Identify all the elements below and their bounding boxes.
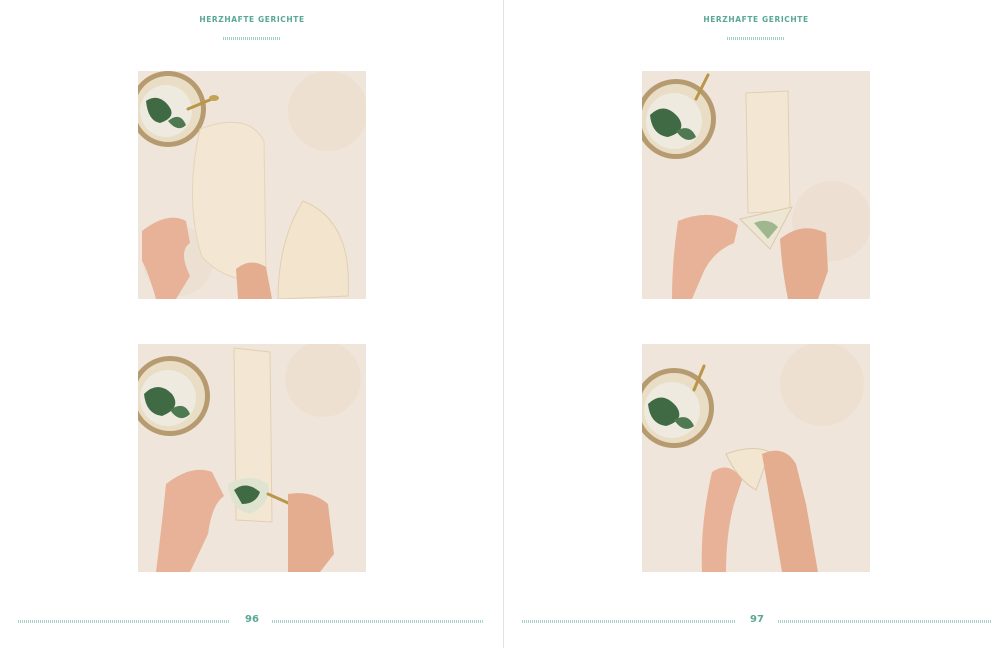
- footer-rule-left: [522, 620, 736, 623]
- triangle-folding-start-photo: [642, 71, 870, 299]
- page-number: 96: [245, 614, 259, 625]
- head-rule: [727, 37, 785, 40]
- head-rule: [223, 37, 281, 40]
- footer-rule-left: [18, 620, 230, 623]
- filling-spooned-on-strip-photo: [138, 344, 366, 572]
- right-page: HERZHAFTE GERICHTE 97: [504, 0, 1008, 648]
- running-head: HERZHAFTE GERICHTE: [199, 15, 305, 24]
- left-page: HERZHAFTE GERICHTE 96: [0, 0, 504, 648]
- book-spread: HERZHAFTE GERICHTE 96 HERZHAFTE GERICHTE…: [0, 0, 1008, 648]
- footer-rule-right: [272, 620, 484, 623]
- footer-rule-right: [778, 620, 992, 623]
- triangle-folding-finish-photo: [642, 344, 870, 572]
- page-number: 97: [750, 614, 764, 625]
- filo-sheet-cutting-photo: [138, 71, 366, 299]
- running-head: HERZHAFTE GERICHTE: [703, 15, 809, 24]
